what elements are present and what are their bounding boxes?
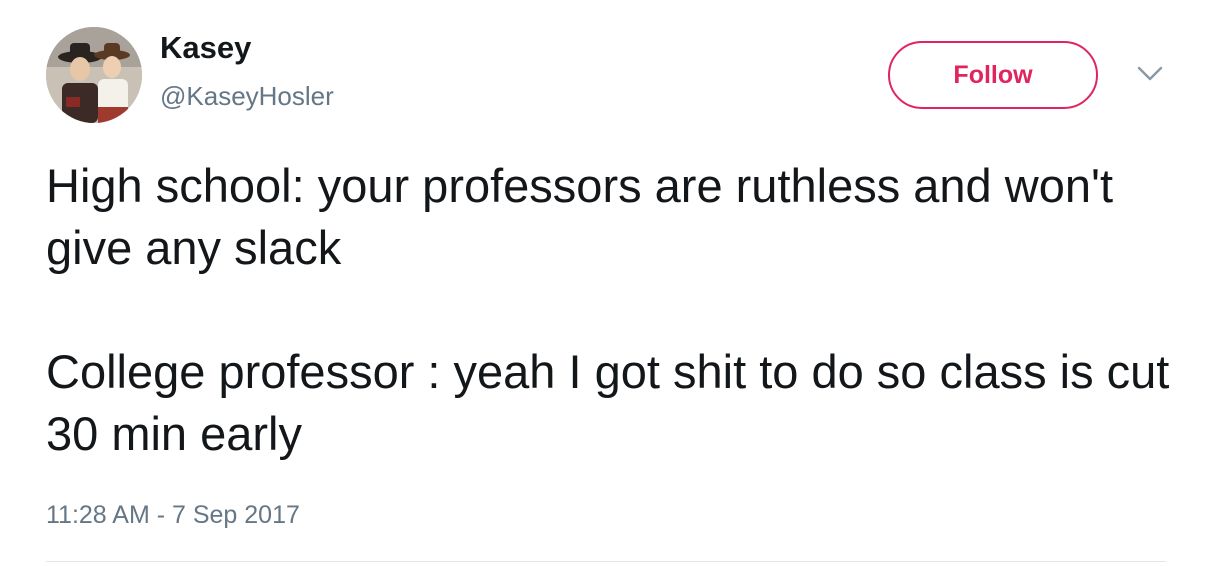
tweet-card: Kasey @KaseyHosler Follow High school: y…	[0, 0, 1222, 566]
divider	[46, 561, 1166, 562]
display-name[interactable]: Kasey	[160, 32, 251, 63]
chevron-down-icon[interactable]	[1136, 64, 1164, 84]
tweet-paragraph: College professor : yeah I got shit to d…	[46, 345, 1170, 460]
username-handle[interactable]: @KaseyHosler	[160, 83, 334, 109]
tweet-paragraph: High school: your professors are ruthles…	[46, 159, 1114, 274]
avatar-photo	[46, 27, 142, 123]
follow-button[interactable]: Follow	[888, 41, 1098, 109]
tweet-text: High school: your professors are ruthles…	[46, 155, 1186, 465]
avatar[interactable]	[46, 27, 142, 123]
tweet-timestamp[interactable]: 11:28 AM - 7 Sep 2017	[46, 503, 300, 528]
